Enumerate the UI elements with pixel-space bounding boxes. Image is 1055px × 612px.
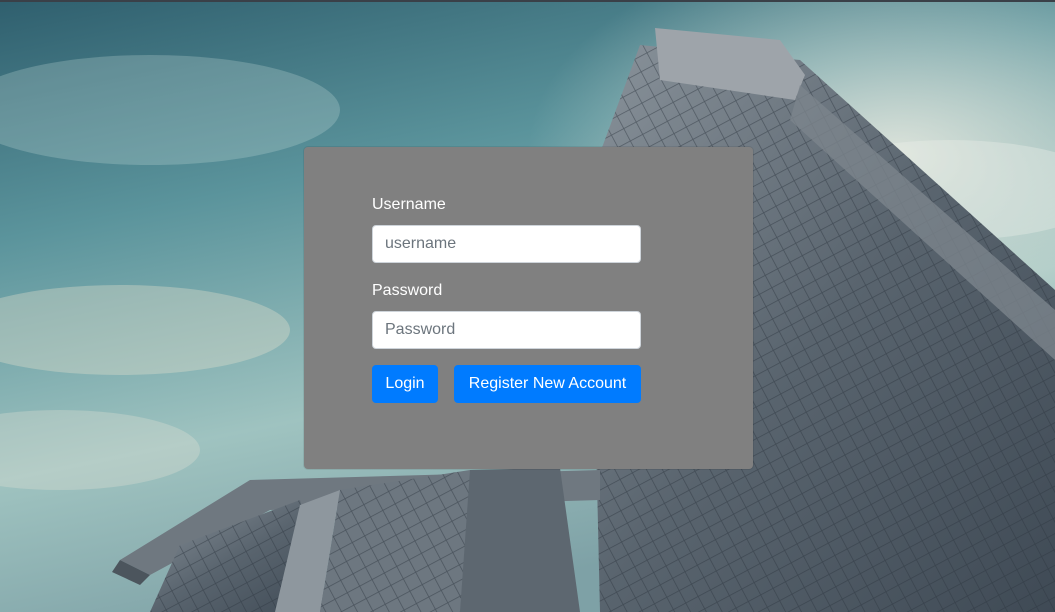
username-input[interactable] (372, 225, 641, 263)
password-input[interactable] (372, 311, 641, 349)
username-label: Username (372, 196, 446, 213)
login-panel: Username Password Login Register New Acc… (304, 147, 753, 469)
password-group: Password (372, 281, 641, 349)
username-group: Username (372, 195, 641, 263)
login-form: Username Password Login Register New Acc… (372, 195, 641, 403)
password-label: Password (372, 282, 443, 299)
form-actions: Login Register New Account (372, 365, 641, 403)
login-page: Username Password Login Register New Acc… (0, 0, 1055, 612)
login-button[interactable]: Login (372, 365, 438, 403)
window-top-border (0, 0, 1055, 2)
register-button[interactable]: Register New Account (454, 365, 641, 403)
